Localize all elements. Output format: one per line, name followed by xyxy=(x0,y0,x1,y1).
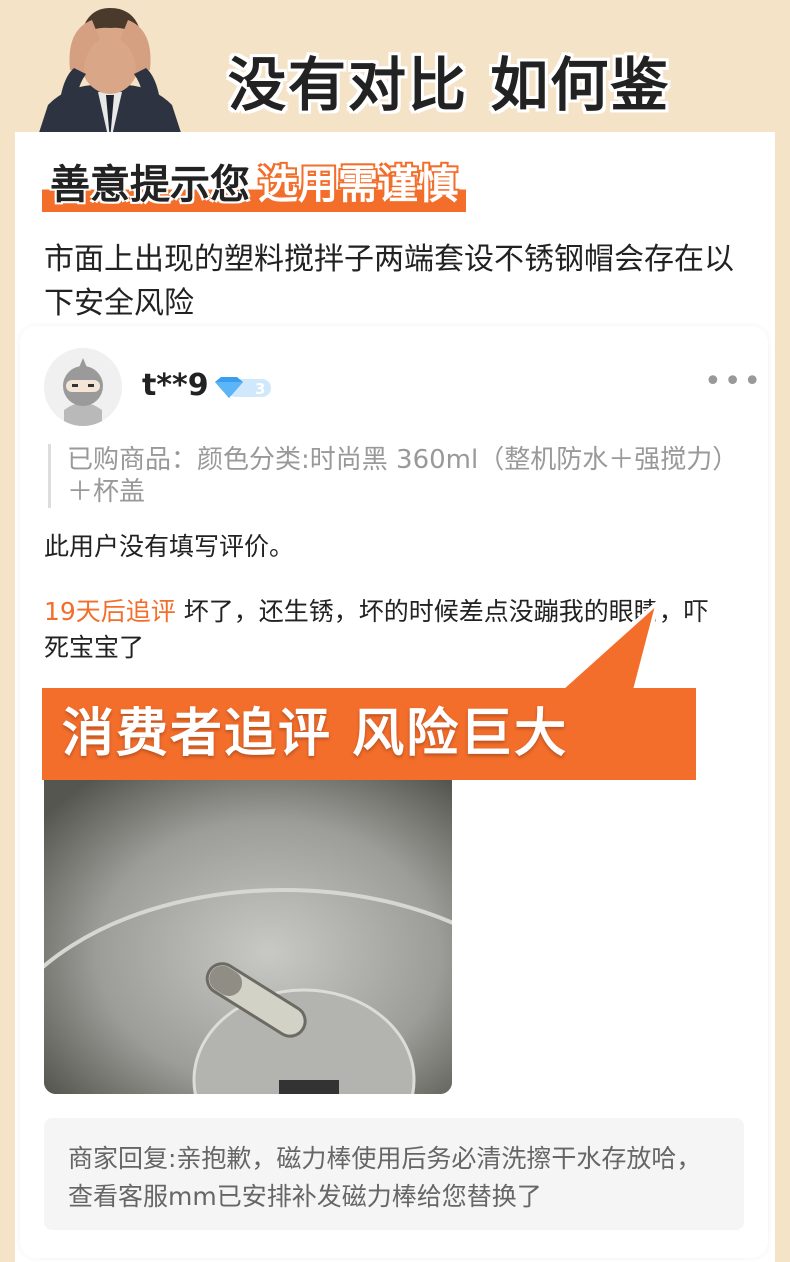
callout-arrow xyxy=(554,600,661,692)
diamond-level-badge: 3 xyxy=(213,374,271,402)
notice-part1: 善意提示您 xyxy=(42,158,258,212)
ninja-avatar-icon[interactable] xyxy=(44,348,122,426)
merchant-reply: 商家回复:亲抱歉，磁力棒使用后务必清洗擦干水存放哈，查看客服mm已安排补发磁力棒… xyxy=(44,1118,744,1230)
risk-description: 市面上出现的塑料搅拌子两端套设不锈钢帽会存在以下安全风险 xyxy=(44,242,734,321)
no-review-text: 此用户没有填写评价。 xyxy=(44,532,295,561)
reviewer-username: t**9 xyxy=(142,368,209,403)
risk-banner: 消费者追评 风险巨大 xyxy=(42,688,696,780)
purchased-spec: 已购商品：颜色分类:时尚黑 360ml（整机防水＋强搅力）＋杯盖 xyxy=(48,444,757,508)
followup-tag: 19天后追评 xyxy=(44,597,176,626)
stressed-man-illustration xyxy=(35,8,185,145)
notice-part2: 选用需谨慎 xyxy=(258,158,466,212)
more-dots-icon[interactable]: ••• xyxy=(704,367,763,397)
level-number: 3 xyxy=(255,380,265,398)
review-photo[interactable] xyxy=(44,780,452,1094)
notice-heading: 善意提示您 选用需谨慎 xyxy=(42,158,466,212)
